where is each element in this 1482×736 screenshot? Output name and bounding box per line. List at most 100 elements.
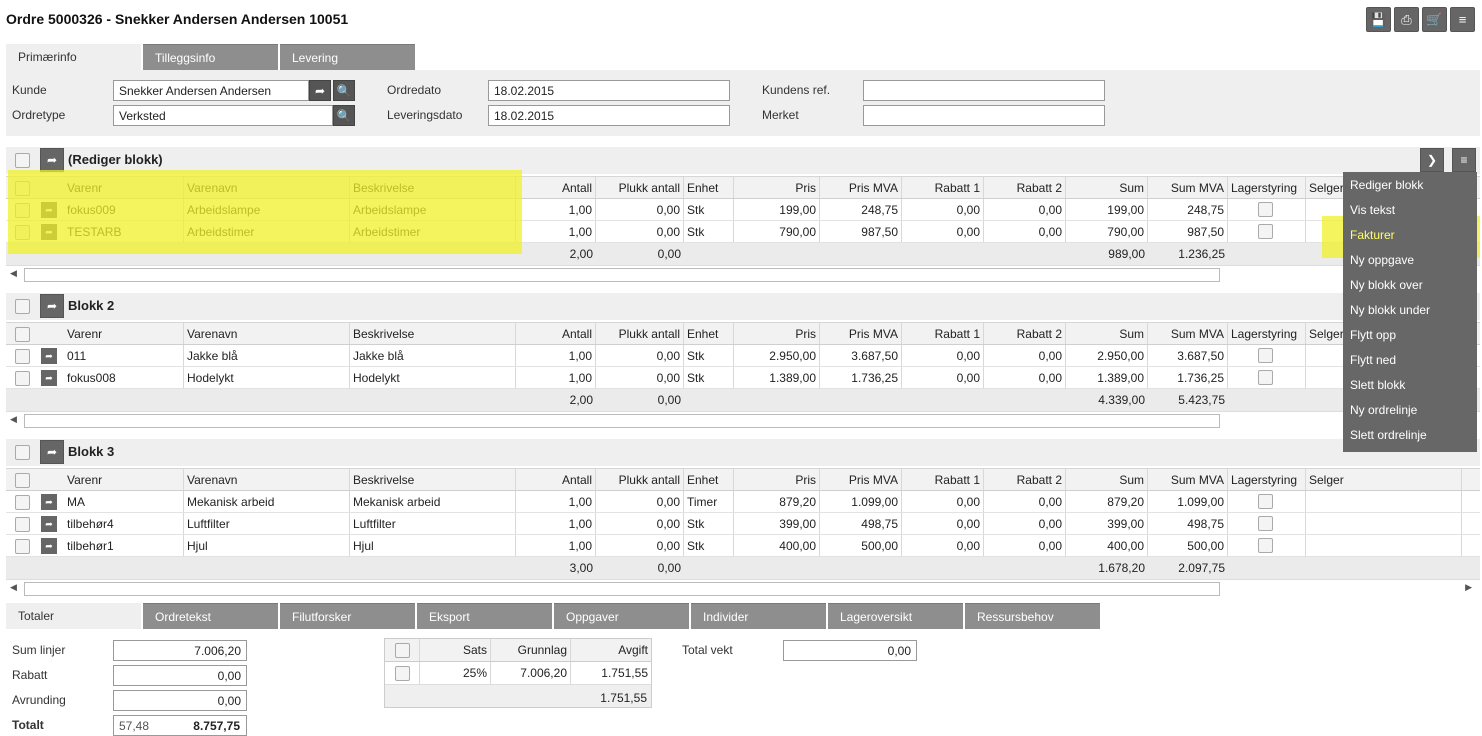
lagerstyring-checkbox[interactable] (1258, 370, 1273, 385)
tab-filutforsker[interactable]: Filutforsker (280, 603, 415, 629)
cell-rabatt-2[interactable]: 0,00 (984, 491, 1066, 512)
column-header-pris-mva[interactable]: Pris MVA (820, 177, 902, 198)
cell-rabatt-1[interactable]: 0,00 (902, 535, 984, 556)
cell-plukk-antall[interactable]: 0,00 (596, 535, 684, 556)
column-header-lagerstyring[interactable]: Lagerstyring (1228, 177, 1306, 198)
row-action-button[interactable]: ➦ (41, 202, 57, 218)
cell-plukk-antall[interactable]: 0,00 (596, 221, 684, 242)
kunde-open-button[interactable]: ➦ (309, 80, 331, 101)
cell-sum[interactable]: 1.389,00 (1066, 367, 1148, 388)
cell-rabatt-2[interactable]: 0,00 (984, 367, 1066, 388)
menu-item-flytt-ned[interactable]: Flytt ned (1350, 353, 1396, 367)
cell-pris-mva[interactable]: 3.687,50 (820, 345, 902, 366)
tab-lageroversikt[interactable]: Lageroversikt (828, 603, 963, 629)
cell-enhet[interactable]: Stk (684, 367, 734, 388)
column-header-plukk-antall[interactable]: Plukk antall (596, 323, 684, 344)
cell-varenr[interactable]: fokus008 (64, 367, 184, 388)
menu-item-ny-blokk-over[interactable]: Ny blokk over (1350, 278, 1423, 292)
row-checkbox[interactable] (15, 371, 30, 386)
lagerstyring-checkbox[interactable] (1258, 494, 1273, 509)
block-2-grid-select-all[interactable] (15, 327, 30, 342)
table-row[interactable]: ➦ fokus009 Arbeidslampe Arbeidslampe 1,00 0,0… (6, 199, 1480, 221)
cell-beskrivelse[interactable]: Arbeidstimer (350, 221, 516, 242)
cell-varenr[interactable]: TESTARB (64, 221, 184, 242)
ordretype-search-button[interactable]: 🔍 (333, 105, 355, 126)
column-header-rabatt-2[interactable]: Rabatt 2 (984, 469, 1066, 490)
cell-beskrivelse[interactable]: Hjul (350, 535, 516, 556)
kunde-search-button[interactable]: 🔍 (333, 80, 355, 101)
cell-varenavn[interactable]: Arbeidslampe (184, 199, 350, 220)
column-header-varenr[interactable]: Varenr (64, 177, 184, 198)
tab-primærinfo[interactable]: Primærinfo (6, 44, 141, 70)
cell-plukk-antall[interactable]: 0,00 (596, 367, 684, 388)
cell-beskrivelse[interactable]: Jakke blå (350, 345, 516, 366)
cell-sum[interactable]: 790,00 (1066, 221, 1148, 242)
cell-antall[interactable]: 1,00 (516, 199, 596, 220)
table-row[interactable]: ➦ tilbehør1 Hjul Hjul 1,00 0,00 Stk 400,00 500,0… (6, 535, 1480, 557)
cell-pris-mva[interactable]: 500,00 (820, 535, 902, 556)
block-3-horizontal-scrollbar[interactable]: ◀ ▶ (6, 579, 1480, 597)
cell-selger[interactable] (1306, 513, 1462, 534)
cell-pris[interactable]: 1.389,00 (734, 367, 820, 388)
cell-rabatt-1[interactable]: 0,00 (902, 199, 984, 220)
menu-item-ny-oppgave[interactable]: Ny oppgave (1350, 253, 1414, 267)
menu-item-ny-ordrelinje[interactable]: Ny ordrelinje (1350, 403, 1417, 417)
column-header-pris[interactable]: Pris (734, 177, 820, 198)
cell-rabatt-2[interactable]: 0,00 (984, 345, 1066, 366)
cell-rabatt-2[interactable]: 0,00 (984, 535, 1066, 556)
column-header-lagerstyring[interactable]: Lagerstyring (1228, 469, 1306, 490)
menu-button[interactable]: ≡ (1450, 7, 1475, 32)
mva-select-all-checkbox[interactable] (395, 643, 410, 658)
block-1-grid-select-all[interactable] (15, 181, 30, 196)
column-header-beskrivelse[interactable]: Beskrivelse (350, 469, 516, 490)
cell-antall[interactable]: 1,00 (516, 491, 596, 512)
cell-sum[interactable]: 2.950,00 (1066, 345, 1148, 366)
cell-varenavn[interactable]: Arbeidstimer (184, 221, 350, 242)
block-1-horizontal-scrollbar[interactable]: ◀ (6, 265, 1480, 283)
cell-rabatt-2[interactable]: 0,00 (984, 199, 1066, 220)
row-checkbox[interactable] (15, 495, 30, 510)
cell-pris-mva[interactable]: 1.099,00 (820, 491, 902, 512)
cell-antall[interactable]: 1,00 (516, 345, 596, 366)
cell-rabatt-1[interactable]: 0,00 (902, 345, 984, 366)
column-header-pris-mva[interactable]: Pris MVA (820, 469, 902, 490)
column-header-sum-mva[interactable]: Sum MVA (1148, 177, 1228, 198)
column-header-beskrivelse[interactable]: Beskrivelse (350, 177, 516, 198)
cell-varenavn[interactable]: Hjul (184, 535, 350, 556)
column-header-rabatt-1[interactable]: Rabatt 1 (902, 323, 984, 344)
column-header-varenavn[interactable]: Varenavn (184, 177, 350, 198)
table-row[interactable]: ➦ fokus008 Hodelykt Hodelykt 1,00 0,00 Stk 1.38… (6, 367, 1480, 389)
column-header-pris-mva[interactable]: Pris MVA (820, 323, 902, 344)
lagerstyring-checkbox[interactable] (1258, 348, 1273, 363)
cell-enhet[interactable]: Stk (684, 345, 734, 366)
cell-varenavn[interactable]: Hodelykt (184, 367, 350, 388)
cell-antall[interactable]: 1,00 (516, 513, 596, 534)
column-header-varenavn[interactable]: Varenavn (184, 323, 350, 344)
rabatt-field[interactable]: 0,00 (113, 665, 247, 686)
column-header-rabatt-2[interactable]: Rabatt 2 (984, 177, 1066, 198)
cell-rabatt-1[interactable]: 0,00 (902, 367, 984, 388)
row-action-button[interactable]: ➦ (41, 538, 57, 554)
cell-sum[interactable]: 399,00 (1066, 513, 1148, 534)
column-header-rabatt-2[interactable]: Rabatt 2 (984, 323, 1066, 344)
cell-pris-mva[interactable]: 248,75 (820, 199, 902, 220)
row-action-button[interactable]: ➦ (41, 224, 57, 240)
cell-pris[interactable]: 2.950,00 (734, 345, 820, 366)
cell-plukk-antall[interactable]: 0,00 (596, 513, 684, 534)
cell-beskrivelse[interactable]: Hodelykt (350, 367, 516, 388)
cell-plukk-antall[interactable]: 0,00 (596, 345, 684, 366)
cell-sum[interactable]: 879,20 (1066, 491, 1148, 512)
row-checkbox[interactable] (15, 539, 30, 554)
column-header-lagerstyring[interactable]: Lagerstyring (1228, 323, 1306, 344)
cell-pris-mva[interactable]: 987,50 (820, 221, 902, 242)
tab-eksport[interactable]: Eksport (417, 603, 552, 629)
cell-rabatt-1[interactable]: 0,00 (902, 491, 984, 512)
column-header-antall[interactable]: Antall (516, 469, 596, 490)
menu-item-flytt-opp[interactable]: Flytt opp (1350, 328, 1396, 342)
ordredato-input[interactable]: 18.02.2015 (488, 80, 730, 101)
column-header-sum[interactable]: Sum (1066, 469, 1148, 490)
cell-sum[interactable]: 400,00 (1066, 535, 1148, 556)
block-3-select-checkbox[interactable] (15, 445, 30, 460)
totalvekt-field[interactable]: 0,00 (783, 640, 917, 661)
menu-item-rediger-blokk[interactable]: Rediger blokk (1350, 178, 1423, 192)
